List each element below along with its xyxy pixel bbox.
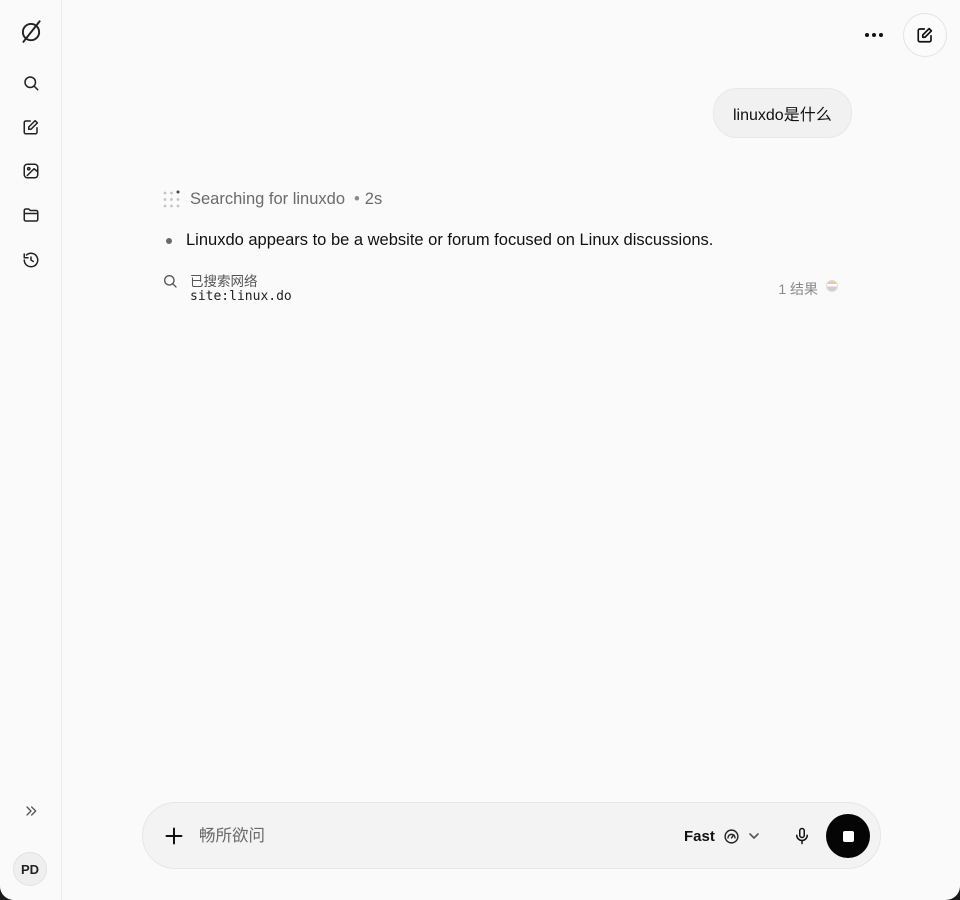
avatar[interactable]: PD [13, 852, 47, 886]
status-label: Searching for linuxdo [190, 190, 346, 208]
list-item-text: Linuxdo appears to be a website or forum… [186, 231, 714, 249]
speed-gauge-icon [724, 828, 739, 844]
microphone-icon [796, 827, 808, 845]
chevron-down-icon [749, 833, 759, 839]
search-result-count: 1 结果 [778, 281, 818, 297]
search-icon [24, 76, 39, 91]
user-message-text: linuxdo是什么 [733, 107, 832, 124]
image-sticker-icon [23, 163, 39, 179]
loading-dots-icon [163, 190, 180, 208]
avatar-initials: PD [20, 861, 40, 877]
status-separator: • [354, 190, 360, 208]
voice-input-button[interactable] [788, 822, 816, 850]
new-chat-button[interactable] [903, 13, 947, 57]
status-elapsed: 2s [364, 190, 383, 208]
user-message-bubble: linuxdo是什么 [713, 88, 852, 138]
favicon-icon [826, 280, 838, 292]
message-input[interactable] [199, 819, 659, 853]
history-icon [23, 252, 39, 268]
bullet-dot [166, 237, 172, 244]
web-search-result[interactable]: 已搜索网络 site:linux.do 1 结果 [162, 270, 842, 308]
edit-icon [23, 119, 39, 135]
sidebar-item-projects[interactable] [15, 199, 47, 231]
more-options-button[interactable] [858, 20, 890, 50]
stop-generation-button[interactable] [826, 814, 870, 858]
ellipsis-icon [865, 33, 883, 37]
search-icon [164, 275, 177, 288]
sidebar-item-new-chat[interactable] [15, 111, 47, 143]
search-result-query: site:linux.do [190, 289, 292, 304]
logo-icon[interactable] [15, 15, 47, 47]
sidebar-item-search[interactable] [15, 67, 47, 99]
search-status[interactable]: Searching for linuxdo • 2s [162, 190, 382, 209]
attach-button[interactable] [161, 823, 187, 849]
app-window: PD linuxdo是什么 Searching for linuxdo • 2s… [0, 0, 960, 900]
model-selector[interactable]: Fast [684, 823, 760, 849]
list-item: Linuxdo appears to be a website or forum… [166, 231, 713, 250]
folder-icon [23, 208, 39, 222]
sidebar-item-imagine[interactable] [15, 155, 47, 187]
chevrons-right-icon [26, 806, 37, 816]
stop-icon [842, 830, 854, 842]
composer: Fast [142, 802, 881, 869]
edit-icon [917, 27, 933, 43]
expand-sidebar-button[interactable] [15, 795, 47, 827]
sidebar: PD [0, 0, 62, 900]
search-result-title: 已搜索网络 [190, 274, 258, 289]
sidebar-item-history[interactable] [15, 244, 47, 276]
model-label: Fast [684, 827, 715, 845]
plus-icon [165, 827, 183, 845]
